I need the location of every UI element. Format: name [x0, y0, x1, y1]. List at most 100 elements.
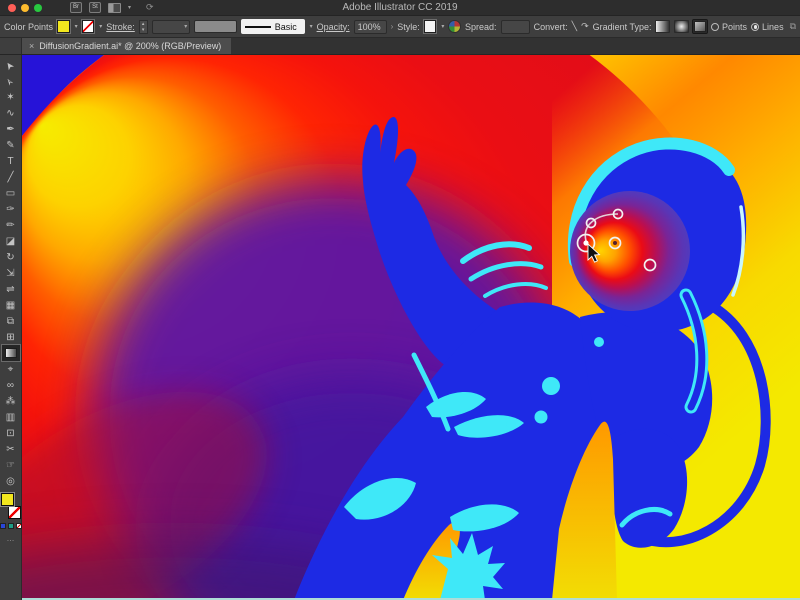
brush-name: Basic [275, 22, 297, 32]
stroke-chevron-icon[interactable]: ▾ [99, 23, 102, 30]
free-transform-icon: ▦ [6, 300, 15, 311]
stroke-weight-select[interactable]: ▾ [152, 20, 191, 34]
document-tab[interactable]: × DiffusionGradient.ai* @ 200% (RGB/Prev… [22, 38, 231, 54]
gradient-icon [5, 348, 17, 358]
points-radio-label: Points [722, 22, 747, 32]
minimize-window-button[interactable] [21, 4, 29, 12]
width-tool[interactable]: ⇌ [2, 281, 20, 297]
color-mode-button[interactable] [0, 523, 6, 529]
pen-icon: ✒ [6, 124, 14, 135]
eyedropper-tool[interactable]: ⌖ [2, 361, 20, 377]
scale-tool[interactable]: ⇲ [2, 265, 20, 281]
blend-icon: ∞ [7, 380, 14, 391]
line-segment-tool[interactable]: ╱ [2, 169, 20, 185]
artboard-tool[interactable]: ⊡ [2, 425, 20, 441]
type-tool[interactable]: T [2, 153, 20, 169]
pencil-icon: ✏ [6, 220, 14, 231]
fill-yellow-swatch[interactable] [1, 493, 14, 506]
lines-radio-dot [751, 23, 759, 31]
traffic-lights [8, 4, 42, 12]
brush-definition-select[interactable]: Basic [241, 19, 305, 34]
pencil-tool[interactable]: ✏ [2, 217, 20, 233]
shape-builder-tool[interactable]: ⧉ [2, 313, 20, 329]
spread-field[interactable] [501, 20, 530, 34]
rectangle-tool[interactable]: ▭ [2, 185, 20, 201]
style-chevron-icon[interactable]: ▾ [441, 23, 444, 30]
paintbrush-tool[interactable]: ✑ [2, 201, 20, 217]
none-mode-button[interactable] [16, 523, 22, 529]
draw-lines-radio[interactable]: Lines [751, 22, 784, 32]
free-transform-tool[interactable]: ▦ [2, 297, 20, 313]
brush-stroke-preview [245, 26, 271, 28]
rotate-tool[interactable]: ↻ [2, 249, 20, 265]
selection-tool[interactable]: ➤ [2, 57, 20, 73]
close-window-button[interactable] [8, 4, 16, 12]
gradient-mode-button[interactable] [8, 523, 14, 529]
line-segment-icon: ╱ [7, 172, 13, 183]
shape-builder-icon: ⧉ [7, 316, 14, 327]
column-graph-icon: ▥ [6, 412, 15, 423]
slice-tool[interactable]: ✂ [2, 441, 20, 457]
gradient-type-linear-button[interactable] [655, 20, 670, 33]
style-label: Style: [397, 22, 420, 32]
convert-smooth-icon[interactable]: ↷ [581, 21, 589, 32]
artboard-icon: ⊡ [6, 428, 14, 439]
magic-wand-icon: ✶ [6, 92, 14, 103]
gradient-type-radial-button[interactable] [674, 20, 689, 33]
panel-dock-icon[interactable]: ⧉ [790, 21, 796, 32]
rectangle-icon: ▭ [6, 188, 15, 199]
stroke-label[interactable]: Stroke: [106, 22, 135, 32]
hand-tool[interactable]: ☞ [2, 457, 20, 473]
bridge-icon[interactable]: Br [70, 2, 82, 13]
convert-corner-icon[interactable]: ╲ [572, 21, 577, 32]
opacity-field[interactable]: 100% [354, 20, 387, 34]
blend-tool[interactable]: ∞ [2, 377, 20, 393]
zoom-window-button[interactable] [34, 4, 42, 12]
opacity-label[interactable]: Opacity: [317, 22, 350, 32]
pen-tool[interactable]: ✒ [2, 121, 20, 137]
width-profile-select[interactable] [194, 20, 236, 33]
sync-icon[interactable]: ⟳ [146, 2, 154, 13]
stroke-none-swatch[interactable] [8, 506, 21, 519]
control-bar: Color Points ▾ ▾ Stroke: ▴▾ ▾ Basic ▾ Op… [0, 16, 800, 38]
direct-selection-tool[interactable]: ➣ [2, 73, 20, 89]
eraser-icon: ◪ [6, 236, 15, 247]
lasso-icon: ∿ [6, 108, 14, 119]
paintbrush-icon: ✑ [6, 204, 14, 215]
brush-chevron-icon[interactable]: ▾ [310, 23, 313, 30]
mesh-icon: ⊞ [6, 332, 14, 343]
zoom-tool[interactable]: ◎ [2, 473, 20, 489]
zoom-icon: ◎ [6, 476, 15, 487]
column-graph-tool[interactable]: ▥ [2, 409, 20, 425]
chevron-down-icon[interactable]: ▾ [128, 4, 131, 11]
arrange-documents-icon[interactable] [108, 3, 121, 13]
stroke-weight-stepper[interactable]: ▴▾ [139, 20, 148, 34]
eyedropper-icon: ⌖ [8, 364, 14, 375]
magic-wand-tool[interactable]: ✶ [2, 89, 20, 105]
style-swatch[interactable] [424, 20, 437, 33]
fill-color-swatch[interactable] [57, 20, 70, 33]
eraser-tool[interactable]: ◪ [2, 233, 20, 249]
recolor-artwork-icon[interactable] [448, 20, 461, 33]
lasso-tool[interactable]: ∿ [2, 105, 20, 121]
canvas[interactable] [22, 55, 800, 600]
toolbar-header [0, 38, 22, 54]
more-options-arrow[interactable]: › [391, 22, 394, 31]
close-tab-icon[interactable]: × [29, 41, 34, 51]
gradient-tool[interactable] [2, 345, 20, 361]
stroke-color-swatch[interactable] [82, 20, 95, 33]
curvature-tool[interactable]: ✎ [2, 137, 20, 153]
artwork[interactable] [22, 55, 800, 600]
fill-stroke-indicator[interactable] [1, 493, 21, 519]
symbol-sprayer-tool[interactable]: ⁂ [2, 393, 20, 409]
rotate-icon: ↻ [6, 252, 14, 263]
edit-toolbar-button[interactable]: … [7, 534, 15, 543]
draw-points-radio[interactable]: Points [711, 22, 747, 32]
gradient-type-freeform-button[interactable] [693, 20, 708, 33]
symbol-sprayer-icon: ⁂ [6, 396, 16, 407]
scale-icon: ⇲ [6, 268, 14, 279]
mesh-tool[interactable]: ⊞ [2, 329, 20, 345]
curvature-icon: ✎ [6, 140, 14, 151]
stock-icon[interactable]: St [89, 2, 101, 13]
fill-chevron-icon[interactable]: ▾ [75, 23, 78, 30]
